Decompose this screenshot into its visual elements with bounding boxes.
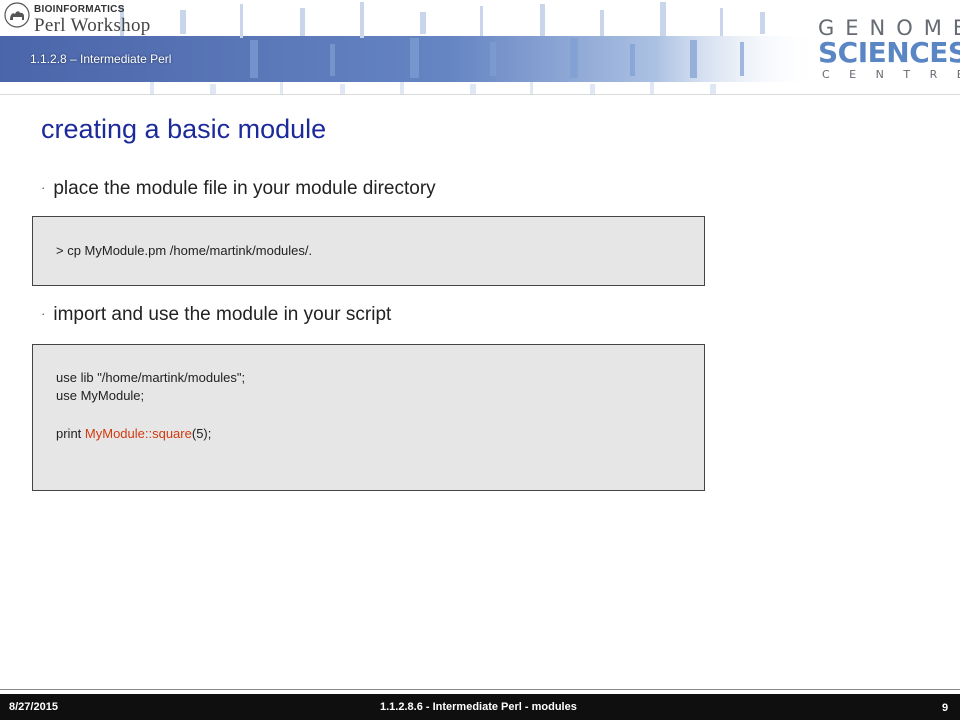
- code-line: print MyModule::square(5);: [56, 426, 211, 441]
- slide-title: creating a basic module: [41, 114, 327, 144]
- logo-bioinformatics-text: BIOINFORMATICS: [34, 4, 125, 15]
- genome-sciences-centre-logo: GENOME SCIENCES CENTRE: [818, 16, 960, 82]
- bullet-icon: ·: [41, 306, 46, 321]
- footer-date: 8/27/2015: [9, 701, 58, 713]
- code-arguments: (5);: [191, 426, 212, 441]
- bullet-text: import and use the module in your script: [53, 304, 392, 325]
- page-number: 9: [942, 702, 949, 714]
- code-function-call: MyModule::square: [84, 426, 192, 441]
- gsc-sciences-text: SCIENCES: [818, 36, 960, 69]
- gsc-centre-text: CENTRE: [822, 68, 960, 81]
- code-line: use lib "/home/martink/modules";: [56, 370, 246, 385]
- footer-divider-inner: [0, 690, 960, 694]
- slide-header: BIOINFORMATICS Perl Workshop 1.1.2.8 – I…: [0, 0, 960, 96]
- bullet-item: · place the module file in your module di…: [41, 178, 436, 200]
- bullet-icon: ·: [41, 180, 46, 195]
- code-block-copy: > cp MyModule.pm /home/martink/modules/.: [32, 216, 705, 286]
- camel-icon: [4, 2, 30, 28]
- logo-workshop-text: Perl Workshop: [34, 15, 151, 36]
- bullet-text: place the module file in your module dir…: [53, 178, 436, 199]
- code-line: use MyModule;: [56, 388, 145, 403]
- workshop-logo: BIOINFORMATICS Perl Workshop: [4, 2, 164, 38]
- code-keyword: print: [56, 426, 85, 441]
- bullet-item: · import and use the module in your scrip…: [41, 304, 391, 326]
- footer-title: 1.1.2.8.6 - Intermediate Perl - modules: [380, 701, 577, 713]
- code-block-script: use lib "/home/martink/modules"; use MyM…: [32, 344, 705, 491]
- code-line: > cp MyModule.pm /home/martink/modules/.: [56, 243, 313, 258]
- course-label: 1.1.2.8 – Intermediate Perl: [30, 52, 172, 66]
- slide-footer: 8/27/2015 1.1.2.8.6 - Intermediate Perl …: [0, 689, 960, 720]
